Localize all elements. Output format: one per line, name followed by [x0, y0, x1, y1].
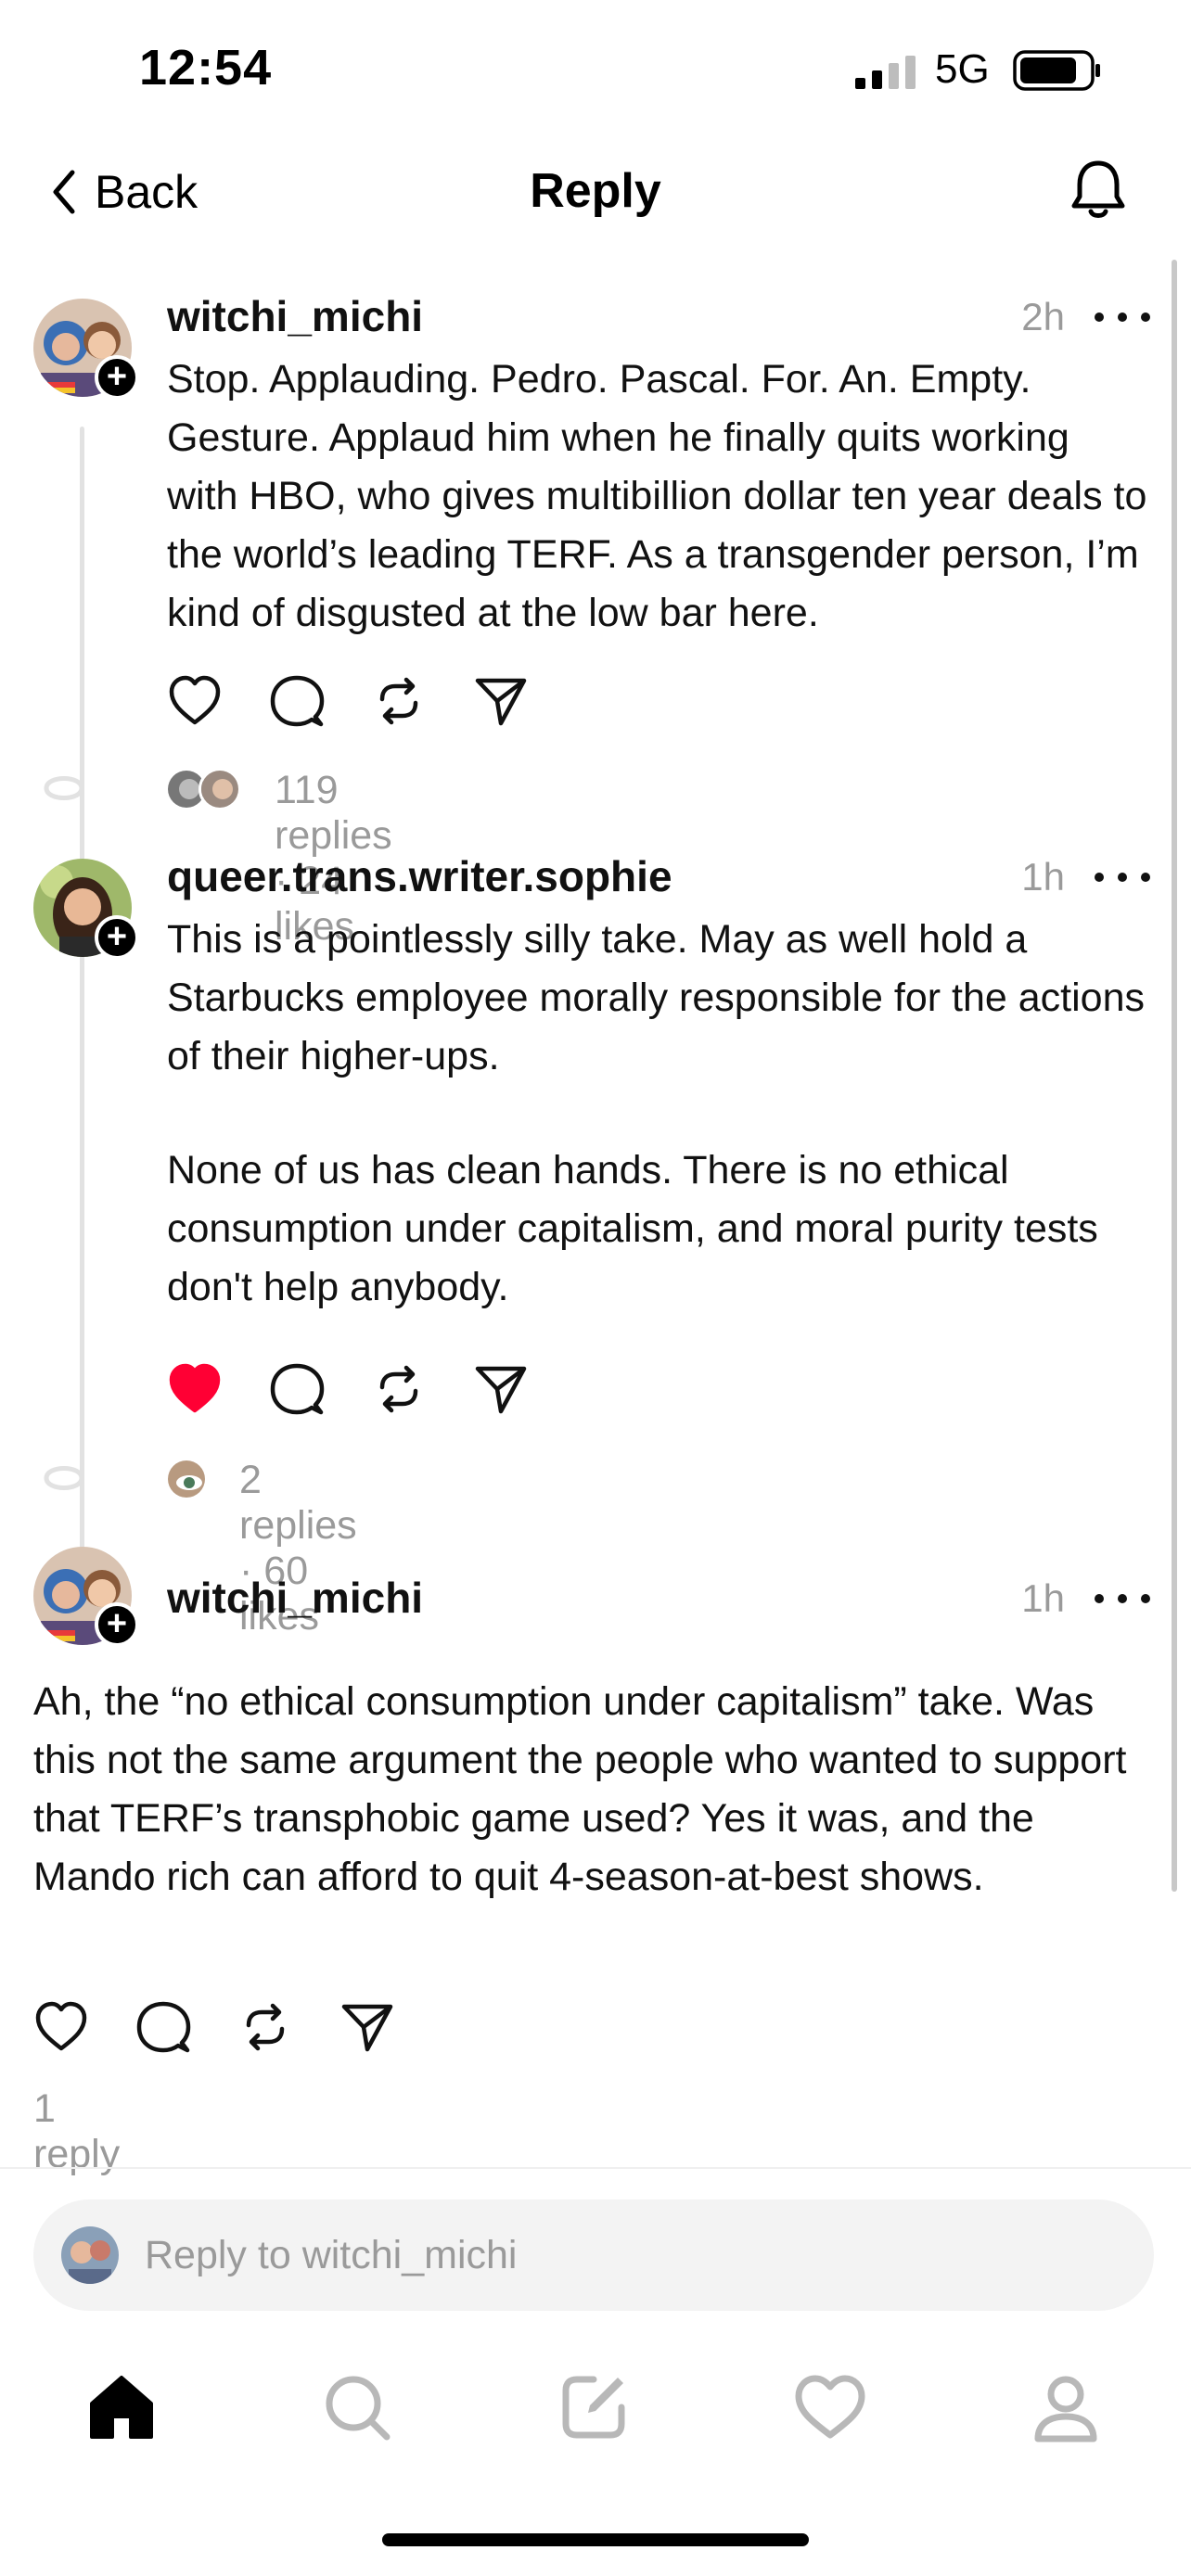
search-icon[interactable] [320, 2370, 394, 2444]
post-username[interactable]: queer.trans.writer.sophie [167, 851, 672, 901]
post-paragraph: None of us has clean hands. There is no … [167, 1148, 1098, 1309]
reply-input[interactable]: Reply to witchi_michi [33, 2200, 1154, 2311]
post-paragraph: This is a pointlessly silly take. May as… [167, 917, 1146, 1078]
status-time: 12:54 [139, 40, 273, 96]
follow-plus-button[interactable]: + [95, 1602, 139, 1647]
comment-icon[interactable] [269, 673, 325, 729]
thread-loop-icon [44, 1466, 84, 1490]
avatar [198, 768, 241, 810]
share-icon[interactable] [339, 1999, 395, 2055]
more-options-button[interactable] [1095, 308, 1150, 326]
heart-icon[interactable] [167, 673, 223, 729]
back-label: Back [95, 166, 198, 218]
bell-icon[interactable] [1065, 156, 1132, 223]
home-icon[interactable] [84, 2370, 159, 2444]
replies-count[interactable]: 1 reply [33, 2086, 120, 2176]
comment-icon[interactable] [135, 1999, 191, 2055]
post-meta: 1 reply [33, 2086, 120, 2177]
post-username[interactable]: witchi_michi [167, 1573, 423, 1623]
thread-line [80, 427, 84, 1632]
share-icon[interactable] [473, 1361, 529, 1417]
repost-icon[interactable] [237, 1999, 293, 2055]
more-options-button[interactable] [1095, 1589, 1150, 1608]
thread-loop-icon [44, 776, 84, 800]
post-timestamp: 2h [1021, 295, 1065, 338]
scrollbar[interactable] [1172, 260, 1177, 1892]
more-options-button[interactable] [1095, 868, 1150, 886]
home-indicator[interactable] [382, 2533, 809, 2546]
reply-placeholder: Reply to witchi_michi [145, 2232, 518, 2277]
post-body: Ah, the “no ethical consumption under ca… [33, 1673, 1158, 1906]
post-timestamp: 1h [1021, 855, 1065, 899]
repost-icon[interactable] [371, 1361, 427, 1417]
chevron-left-icon [53, 170, 75, 214]
heart-icon[interactable] [33, 1999, 89, 2055]
replier-avatars [165, 768, 258, 814]
network-type: 5G [935, 46, 990, 92]
page-title: Reply [530, 164, 661, 218]
share-icon[interactable] [473, 673, 529, 729]
post-paragraph: Stop. Applauding. Pedro. Pascal. For. An… [167, 357, 1147, 635]
follow-plus-button[interactable]: + [95, 355, 139, 400]
profile-icon[interactable] [1029, 2370, 1103, 2444]
comment-icon[interactable] [269, 1361, 325, 1417]
back-button[interactable]: Back [50, 163, 198, 221]
replies-count[interactable]: 119 replies [275, 768, 392, 858]
follow-plus-button[interactable]: + [95, 915, 139, 960]
post-actions [167, 673, 575, 729]
compose-icon[interactable] [557, 2370, 631, 2444]
post-timestamp: 1h [1021, 1576, 1065, 1620]
post-actions [33, 1999, 442, 2055]
replies-count[interactable]: 2 replies [239, 1458, 357, 1548]
post-body: Stop. Applauding. Pedro. Pascal. For. An… [167, 351, 1150, 643]
post-body: This is a pointlessly silly take. May as… [167, 911, 1150, 1317]
repost-icon[interactable] [371, 673, 427, 729]
divider [0, 2167, 1191, 2169]
battery-icon [1013, 50, 1100, 91]
avatar [61, 2226, 119, 2284]
heart-filled-icon[interactable] [167, 1361, 223, 1417]
post-paragraph: Ah, the “no ethical consumption under ca… [33, 1679, 1127, 1899]
post-actions [167, 1361, 575, 1417]
avatar [165, 1458, 208, 1500]
post-username[interactable]: witchi_michi [167, 291, 423, 341]
activity-icon[interactable] [793, 2370, 867, 2444]
cellular-signal-icon [855, 56, 916, 89]
